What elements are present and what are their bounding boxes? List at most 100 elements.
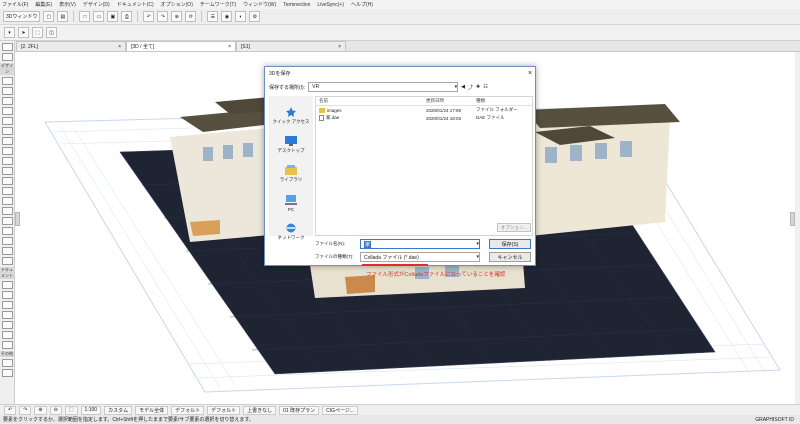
new-icon[interactable]: □	[79, 11, 91, 22]
skylight-tool-icon[interactable]	[2, 177, 13, 185]
3d-window-button[interactable]: 3Dウィンドウ	[3, 11, 41, 22]
polyline-tool-icon[interactable]	[2, 341, 13, 349]
new-folder-icon[interactable]: ✚	[476, 84, 480, 90]
menu-help[interactable]: ヘルプ(H)	[351, 1, 373, 8]
roof-tool-icon[interactable]	[2, 117, 13, 125]
menu-livesync[interactable]: LiveSync(+)	[317, 2, 344, 8]
object-tool-icon[interactable]	[2, 207, 13, 215]
dialog-close-button[interactable]: ×	[525, 70, 535, 77]
custom-status[interactable]: カスタム	[104, 405, 133, 415]
settings-icon[interactable]: ⚙	[249, 11, 261, 22]
left-side-handle[interactable]	[15, 212, 20, 226]
camera-icon[interactable]: ◉	[221, 11, 233, 22]
place-desktop[interactable]: デスクトップ	[269, 128, 313, 154]
figure-tool-icon[interactable]	[2, 359, 13, 367]
undo-icon[interactable]: ↶	[143, 11, 155, 22]
graphisoft-id-logo[interactable]: GRAPHISOFT ID	[755, 417, 794, 423]
column-tool-icon[interactable]	[2, 87, 13, 95]
wall-tool-icon[interactable]	[2, 77, 13, 85]
save-icon[interactable]: ▣	[107, 11, 119, 22]
print-icon[interactable]: ⎙	[121, 11, 133, 22]
plan-status[interactable]: 01 既存プラン	[279, 405, 320, 415]
marquee-icon[interactable]: ⬚	[32, 27, 43, 38]
menu-file[interactable]: ファイル(F)	[2, 1, 28, 8]
redo-icon[interactable]: ↷	[19, 405, 32, 415]
options-button[interactable]: オプション...	[497, 223, 531, 232]
place-pc[interactable]: PC	[269, 186, 313, 212]
right-side-handle[interactable]	[790, 212, 795, 226]
text-tool-icon[interactable]	[2, 291, 13, 299]
menu-window[interactable]: ウィンドウ(W)	[243, 1, 276, 8]
menu-view[interactable]: 表示(V)	[59, 1, 76, 8]
view-icon[interactable]: ▢	[43, 11, 55, 22]
arrow-tool-icon[interactable]	[2, 43, 13, 51]
label-tool-icon[interactable]	[2, 301, 13, 309]
fit-window-icon[interactable]: ⬚	[64, 405, 78, 415]
shell-tool-icon[interactable]	[2, 127, 13, 135]
menu-termnection[interactable]: Termnection	[283, 2, 310, 8]
window-tool-icon[interactable]	[2, 167, 13, 175]
filetype-select[interactable]: Collada ファイル (*.dae) ▾	[360, 252, 480, 262]
curtain-wall-tool-icon[interactable]	[2, 187, 13, 195]
close-icon[interactable]: ×	[228, 44, 231, 50]
marquee-tool-icon[interactable]	[2, 53, 13, 61]
mesh-tool-icon[interactable]	[2, 227, 13, 235]
selection-mode-icon[interactable]: ▾	[4, 27, 15, 38]
render-icon[interactable]: ◐	[235, 11, 247, 22]
railing-tool-icon[interactable]	[2, 147, 13, 155]
section-tool-icon[interactable]	[2, 257, 13, 265]
column-name[interactable]: 名前	[316, 98, 426, 104]
stair-tool-icon[interactable]	[2, 137, 13, 145]
arc-tool-icon[interactable]	[2, 331, 13, 339]
menu-options[interactable]: オプション(O)	[161, 1, 193, 8]
close-icon[interactable]: ×	[338, 44, 341, 50]
place-quick-access[interactable]: クイック アクセス	[269, 99, 313, 125]
cancel-button[interactable]: キャンセル	[489, 252, 531, 262]
orbit-icon[interactable]: ⟳	[185, 11, 197, 22]
tab-floor-plan[interactable]: [2. 2FL] ×	[16, 41, 126, 51]
drawing-tool-icon[interactable]	[2, 369, 13, 377]
zoom-in-icon[interactable]: ⊕	[34, 405, 47, 415]
up-folder-icon[interactable]: ⤴	[468, 84, 473, 91]
model-status[interactable]: モデル全体	[135, 405, 169, 415]
dimension-tool-icon[interactable]	[2, 281, 13, 289]
menu-design[interactable]: デザイン(D)	[83, 1, 110, 8]
save-button[interactable]: 保存(S)	[489, 239, 531, 249]
override-status[interactable]: 上書きなし	[243, 405, 277, 415]
zone-tool-icon[interactable]	[2, 217, 13, 225]
open-icon[interactable]: ▭	[93, 11, 105, 22]
place-network[interactable]: ネットワーク	[269, 215, 313, 241]
default-status-2[interactable]: デフォルト	[207, 405, 241, 415]
tab-section[interactable]: [S1] ×	[236, 41, 346, 51]
arrow-icon[interactable]: ➤	[18, 27, 29, 38]
view-menu-icon[interactable]: ☷	[483, 84, 487, 90]
menu-teamwork[interactable]: チームワーク(T)	[200, 1, 236, 8]
menu-document[interactable]: ドキュメント(C)	[117, 1, 154, 8]
fill-tool-icon[interactable]	[2, 311, 13, 319]
tab-3d-view[interactable]: [3D / 全て] ×	[126, 41, 236, 51]
cig-status[interactable]: CIGページ...	[322, 405, 359, 415]
column-date[interactable]: 更新日時	[426, 98, 476, 104]
filename-input[interactable]: 家 ▾	[360, 239, 480, 249]
undo-icon[interactable]: ↶	[4, 405, 17, 415]
line-tool-icon[interactable]	[2, 321, 13, 329]
zoom-icon[interactable]: ⊕	[171, 11, 183, 22]
location-combo[interactable]: VR ▾	[308, 82, 459, 92]
layer-icon[interactable]: ☰	[207, 11, 219, 22]
marquee-mode-icon[interactable]: ◫	[46, 27, 57, 38]
back-icon[interactable]: ◀	[461, 84, 465, 90]
morph-tool-icon[interactable]	[2, 197, 13, 205]
camera-tool-icon[interactable]	[2, 247, 13, 255]
column-type[interactable]: 種類	[476, 98, 526, 104]
menu-edit[interactable]: 編集(E)	[35, 1, 52, 8]
redo-icon[interactable]: ↷	[157, 11, 169, 22]
close-icon[interactable]: ×	[118, 44, 121, 50]
zoom-out-icon[interactable]: ⊖	[49, 405, 62, 415]
lamp-tool-icon[interactable]	[2, 237, 13, 245]
default-status-1[interactable]: デフォルト	[171, 405, 205, 415]
file-row[interactable]: 家.dae 2020/01/24 18:03 DAE ファイル	[316, 114, 532, 122]
file-row[interactable]: images 2020/01/24 17:59 ファイル フォルダー	[316, 106, 532, 114]
slab-tool-icon[interactable]	[2, 107, 13, 115]
section-icon[interactable]: ▤	[57, 11, 69, 22]
zoom-scale[interactable]: 1:100	[80, 405, 102, 415]
